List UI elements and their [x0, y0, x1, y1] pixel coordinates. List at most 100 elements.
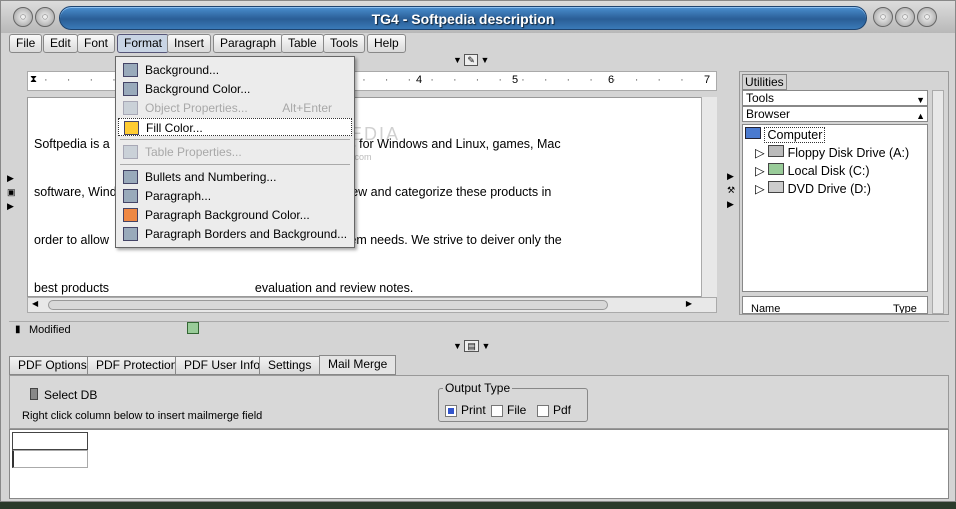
tree-item-computer[interactable]: Computer	[745, 127, 826, 143]
tab-mail-merge[interactable]: Mail Merge	[319, 355, 397, 375]
editor-vertical-scrollbar[interactable]	[701, 97, 717, 297]
window-shade-icon[interactable]: ◌	[35, 7, 55, 27]
menu-bar: File Edit Font Format Insert Paragraph T…	[1, 33, 955, 55]
file-list-header: Name Type	[742, 296, 928, 314]
menu-font[interactable]: Font	[77, 34, 116, 53]
menu-separator	[120, 139, 350, 140]
utilities-scrollbar[interactable]	[932, 90, 944, 314]
menu-item-paragraph-bg-color[interactable]: Paragraph Background Color...	[118, 206, 352, 224]
output-type-group: Output Type Print File Pdf	[438, 381, 588, 422]
editor-horizontal-scrollbar[interactable]: ◀ ▶	[27, 297, 717, 313]
grid-cell[interactable]	[12, 432, 88, 450]
dvd-drive-icon	[768, 181, 785, 193]
tab-settings[interactable]: Settings	[259, 356, 321, 375]
table-icon	[123, 145, 138, 159]
status-indicator-icon	[187, 322, 199, 334]
tools-combo-value: Tools	[746, 91, 775, 105]
menu-help[interactable]: Help	[367, 34, 406, 53]
menu-format[interactable]: Format	[117, 34, 170, 53]
ruler-mark: 7	[704, 74, 711, 86]
bottom-panel: PDF Options PDF Protection PDF User Info…	[9, 355, 949, 499]
window-title: TG4 - Softpedia description	[371, 11, 555, 27]
toolbar-toggle-icon[interactable]: ▼ ✎ ▼	[453, 54, 489, 66]
minimize-icon[interactable]: ◌	[873, 7, 893, 27]
menu-item-background-color[interactable]: Background Color...	[118, 80, 352, 98]
tree-item-dvd[interactable]: ▷ DVD Drive (D:)	[755, 181, 871, 196]
scroll-right-icon[interactable]: ▶	[686, 299, 692, 308]
ruler-mark: 6	[608, 74, 615, 86]
select-db-button[interactable]: Select DB	[44, 388, 97, 402]
menu-tools[interactable]: Tools	[323, 34, 366, 53]
menu-item-background[interactable]: Background...	[118, 61, 352, 79]
window-menu-icon[interactable]: ◌	[13, 7, 33, 27]
properties-icon	[123, 101, 138, 115]
bullets-icon	[123, 170, 138, 184]
tree-label: Floppy Disk Drive (A:)	[787, 146, 910, 160]
menu-paragraph[interactable]: Paragraph	[213, 34, 284, 53]
paragraph-icon	[123, 189, 138, 203]
tree-label: Computer	[764, 127, 826, 143]
menu-insert[interactable]: Insert	[167, 34, 212, 53]
side-toggle-left[interactable]: ▶ ▣ ▶	[7, 171, 16, 213]
floppy-drive-icon	[768, 145, 785, 157]
option-label: File	[507, 403, 527, 417]
chevron-down-icon[interactable]: ▼	[916, 93, 925, 107]
bottom-tabs: PDF Options PDF Protection PDF User Info…	[9, 355, 949, 375]
browser-combo-value: Browser	[746, 107, 791, 121]
grid-cell[interactable]	[12, 450, 88, 468]
scroll-left-icon[interactable]: ◀	[32, 299, 38, 308]
tree-label: DVD Drive (D:)	[787, 182, 871, 196]
option-label: Print	[461, 403, 486, 417]
menu-edit[interactable]: Edit	[43, 34, 78, 53]
column-type[interactable]: Type	[893, 303, 917, 313]
taskbar-strip	[0, 502, 956, 509]
tree-item-local-disk[interactable]: ▷ Local Disk (C:)	[755, 163, 870, 178]
status-text: Modified	[29, 324, 71, 336]
tools-combo[interactable]: Tools ▼	[742, 90, 928, 106]
menu-file[interactable]: File	[9, 34, 43, 53]
option-print[interactable]: Print	[445, 403, 486, 417]
radio-file[interactable]	[491, 404, 503, 417]
file-browser-tree[interactable]: Computer ▷ Floppy Disk Drive (A:) ▷ Loca…	[742, 124, 928, 292]
chevron-down-icon[interactable]: ▲	[916, 109, 925, 123]
tree-label: Local Disk (C:)	[787, 164, 870, 178]
document-line: best products evaluation and review note…	[34, 281, 414, 295]
menu-item-paragraph[interactable]: Paragraph...	[118, 187, 352, 205]
tab-pdf-options[interactable]: PDF Options	[9, 356, 96, 375]
scroll-thumb[interactable]	[48, 300, 608, 310]
tab-pdf-protection[interactable]: PDF Protection	[87, 356, 187, 375]
browser-combo[interactable]: Browser ▲	[742, 106, 928, 122]
status-icon: ▮	[15, 324, 21, 335]
side-toggle-right[interactable]: ▶ ⚒ ▶	[727, 169, 735, 211]
mailmerge-grid[interactable]	[9, 429, 949, 499]
grid-icon	[123, 82, 138, 96]
radio-pdf[interactable]	[537, 404, 549, 417]
column-name[interactable]: Name	[751, 303, 780, 313]
tree-item-floppy[interactable]: ▷ Floppy Disk Drive (A:)	[755, 145, 909, 160]
output-type-label: Output Type	[443, 381, 513, 395]
mailmerge-hint: Right click column below to insert mailm…	[22, 410, 263, 422]
bottom-toggle-icon[interactable]: ▼ ▤ ▼	[453, 340, 490, 352]
grid-icon	[123, 63, 138, 77]
menu-table[interactable]: Table	[281, 34, 324, 53]
ruler-indent-marker[interactable]: ⧗	[30, 74, 37, 85]
borders-icon	[123, 227, 138, 241]
option-file[interactable]: File	[491, 403, 526, 417]
menu-item-paragraph-borders[interactable]: Paragraph Borders and Background...	[118, 225, 352, 243]
option-pdf[interactable]: Pdf	[537, 403, 571, 417]
computer-icon	[745, 127, 761, 139]
maximize-icon[interactable]: ◌	[895, 7, 915, 27]
ruler-mark: 4	[416, 74, 423, 86]
menu-item-table-properties: Table Properties...	[118, 143, 352, 161]
menu-separator	[120, 164, 350, 165]
title-pill: TG4 - Softpedia description	[59, 6, 867, 30]
mail-merge-panel: Select DB Right click column below to in…	[9, 375, 949, 429]
close-icon[interactable]: ◌	[917, 7, 937, 27]
menu-item-fill-color[interactable]: Fill Color...	[118, 118, 352, 136]
utilities-panel: Utilities Tools ▼ Browser ▲ Computer ▷ F…	[739, 71, 949, 315]
option-label: Pdf	[553, 403, 572, 417]
tab-pdf-user-info[interactable]: PDF User Info	[175, 356, 270, 375]
menu-item-object-properties: Object Properties... Alt+Enter	[118, 99, 352, 117]
menu-item-bullets[interactable]: Bullets and Numbering...	[118, 168, 352, 186]
radio-print[interactable]	[445, 404, 457, 417]
